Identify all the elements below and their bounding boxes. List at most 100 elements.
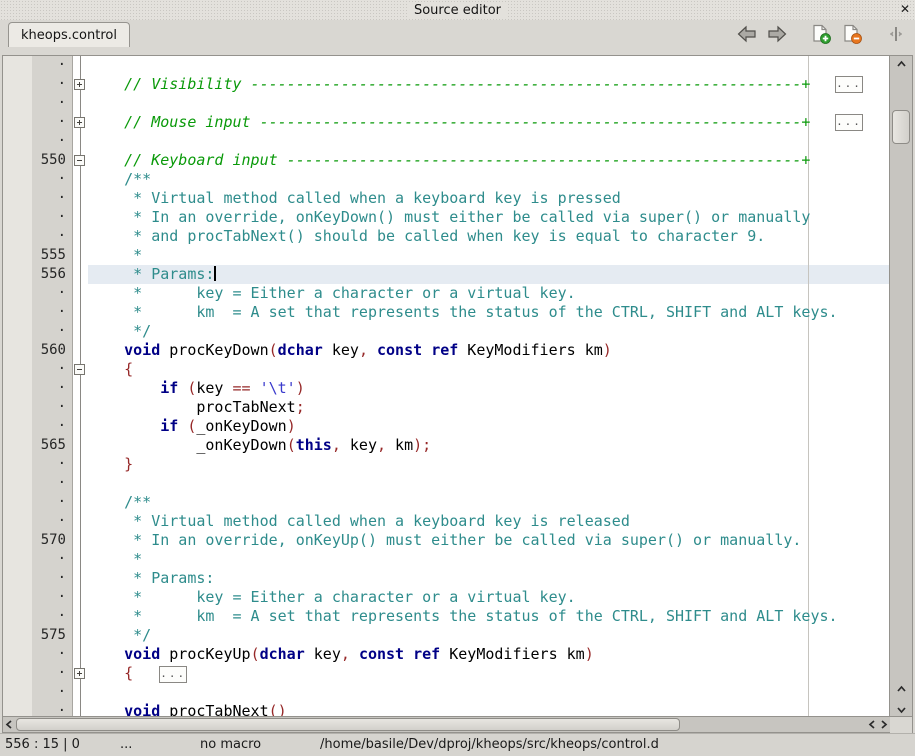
- gutter-line-dot[interactable]: ·: [32, 303, 72, 322]
- gutter-line-dot[interactable]: ·: [32, 512, 72, 531]
- code-line[interactable]: *: [88, 246, 889, 265]
- gutter-line-number[interactable]: 550: [32, 151, 72, 170]
- fold-expanded-icon[interactable]: [74, 155, 85, 166]
- gutter-line-number[interactable]: 555: [32, 246, 72, 265]
- gutter-line-dot[interactable]: ·: [32, 94, 72, 113]
- code-line[interactable]: [88, 683, 889, 702]
- code-line[interactable]: [88, 132, 889, 151]
- gutter-line-dot[interactable]: ·: [32, 284, 72, 303]
- titlebar[interactable]: Source editor ✕: [0, 0, 915, 20]
- horizontal-scrollbar[interactable]: [3, 716, 912, 732]
- gutter-line-dot[interactable]: ·: [32, 322, 72, 341]
- code-line[interactable]: * Virtual method called when a keyboard …: [88, 512, 889, 531]
- vertical-scrollbar[interactable]: [889, 56, 912, 716]
- go-forward-icon[interactable]: [766, 23, 788, 45]
- code-line-current[interactable]: * Params:: [88, 265, 889, 284]
- gutter-line-number[interactable]: 570: [32, 531, 72, 550]
- scroll-left-icon-secondary[interactable]: [866, 717, 878, 733]
- tab-kheops-control[interactable]: kheops.control: [8, 22, 130, 47]
- code-line[interactable]: // Keyboard input ----------------------…: [88, 151, 889, 170]
- gutter-line-dot[interactable]: ·: [32, 474, 72, 493]
- go-back-icon[interactable]: [735, 23, 757, 45]
- vertical-scroll-track[interactable]: [890, 72, 912, 682]
- fold-collapsed-icon[interactable]: [74, 117, 85, 128]
- folded-block-ellipsis[interactable]: ...: [159, 666, 187, 683]
- scroll-up-icon[interactable]: [890, 56, 912, 72]
- gutter-line-dot[interactable]: ·: [32, 569, 72, 588]
- folded-block-ellipsis[interactable]: ...: [835, 76, 863, 93]
- gutter-line-dot[interactable]: ·: [32, 227, 72, 246]
- code-line[interactable]: }: [88, 455, 889, 474]
- gutter-line-dot[interactable]: ·: [32, 170, 72, 189]
- close-icon[interactable]: ✕: [900, 2, 910, 17]
- gutter-line-dot[interactable]: ·: [32, 550, 72, 569]
- fold-margin[interactable]: [73, 56, 88, 716]
- scroll-left-icon[interactable]: [3, 717, 15, 733]
- code-line[interactable]: [88, 474, 889, 493]
- gutter-line-dot[interactable]: ·: [32, 75, 72, 94]
- code-line[interactable]: void procKeyDown(dchar key, const ref Ke…: [88, 341, 889, 360]
- code-line[interactable]: void procTabNext(): [88, 702, 889, 716]
- code-area[interactable]: // Visibility --------------------------…: [88, 56, 889, 716]
- gutter-line-dot[interactable]: ·: [32, 56, 72, 75]
- gutter-line-dot[interactable]: ·: [32, 360, 72, 379]
- code-line[interactable]: // Mouse input -------------------------…: [88, 113, 889, 132]
- vertical-scroll-thumb[interactable]: [892, 110, 910, 144]
- code-line[interactable]: * Params:: [88, 569, 889, 588]
- folded-block-ellipsis[interactable]: ...: [835, 114, 863, 131]
- gutter-line-dot[interactable]: ·: [32, 417, 72, 436]
- gutter-line-dot[interactable]: ·: [32, 664, 72, 683]
- code-line[interactable]: [88, 56, 889, 75]
- gutter-line-dot[interactable]: ·: [32, 189, 72, 208]
- horizontal-scroll-thumb[interactable]: [16, 718, 680, 731]
- code-line[interactable]: _onKeyDown(this, key, km);: [88, 436, 889, 455]
- code-line[interactable]: {: [88, 360, 889, 379]
- code-line[interactable]: */: [88, 322, 889, 341]
- code-line[interactable]: * key = Either a character or a virtual …: [88, 284, 889, 303]
- scroll-down-icon[interactable]: [896, 700, 907, 716]
- code-line[interactable]: *: [88, 550, 889, 569]
- gutter-line-dot[interactable]: ·: [32, 379, 72, 398]
- gutter-line-dot[interactable]: ·: [32, 588, 72, 607]
- code-line[interactable]: if (_onKeyDown): [88, 417, 889, 436]
- gutter-line-dot[interactable]: ·: [32, 132, 72, 151]
- gutter-line-dot[interactable]: ·: [32, 493, 72, 512]
- gutter-line-number[interactable]: 556: [32, 265, 72, 284]
- code-line[interactable]: * In an override, onKeyDown() must eithe…: [88, 208, 889, 227]
- code-line[interactable]: * km = A set that represents the status …: [88, 303, 889, 322]
- code-line[interactable]: if (key == '\t'): [88, 379, 889, 398]
- gutter-line-dot[interactable]: ·: [32, 455, 72, 474]
- fold-expanded-icon[interactable]: [74, 364, 85, 375]
- code-line[interactable]: * In an override, onKeyUp() must either …: [88, 531, 889, 550]
- gutter-line-number[interactable]: 565: [32, 436, 72, 455]
- code-line[interactable]: * key = Either a character or a virtual …: [88, 588, 889, 607]
- code-line[interactable]: /**: [88, 493, 889, 512]
- code-line[interactable]: {...: [88, 664, 889, 683]
- gutter-line-dot[interactable]: ·: [32, 645, 72, 664]
- code-line[interactable]: [88, 94, 889, 113]
- code-line[interactable]: /**: [88, 170, 889, 189]
- scroll-right-icon[interactable]: [878, 717, 890, 733]
- code-line[interactable]: procTabNext;: [88, 398, 889, 417]
- code-line[interactable]: void procKeyUp(dchar key, const ref KeyM…: [88, 645, 889, 664]
- gutter[interactable]: ·····550····555556···560····565····570··…: [32, 56, 73, 716]
- gutter-line-number[interactable]: 575: [32, 626, 72, 645]
- code-line[interactable]: * km = A set that represents the status …: [88, 607, 889, 626]
- code-line[interactable]: * and procTabNext() should be called whe…: [88, 227, 889, 246]
- close-document-icon[interactable]: [841, 23, 863, 45]
- horizontal-scroll-track[interactable]: [15, 717, 866, 733]
- code-line[interactable]: // Visibility --------------------------…: [88, 75, 889, 94]
- gutter-line-dot[interactable]: ·: [32, 113, 72, 132]
- code-line[interactable]: * Virtual method called when a keyboard …: [88, 189, 889, 208]
- gutter-line-number[interactable]: 560: [32, 341, 72, 360]
- gutter-line-dot[interactable]: ·: [32, 398, 72, 417]
- fold-collapsed-icon[interactable]: [74, 79, 85, 90]
- gutter-line-dot[interactable]: ·: [32, 702, 72, 716]
- new-document-icon[interactable]: [810, 23, 832, 45]
- code-line[interactable]: */: [88, 626, 889, 645]
- detach-editor-icon[interactable]: [885, 23, 907, 45]
- gutter-line-dot[interactable]: ·: [32, 683, 72, 702]
- fold-collapsed-icon[interactable]: [74, 668, 85, 679]
- gutter-line-dot[interactable]: ·: [32, 208, 72, 227]
- gutter-line-dot[interactable]: ·: [32, 607, 72, 626]
